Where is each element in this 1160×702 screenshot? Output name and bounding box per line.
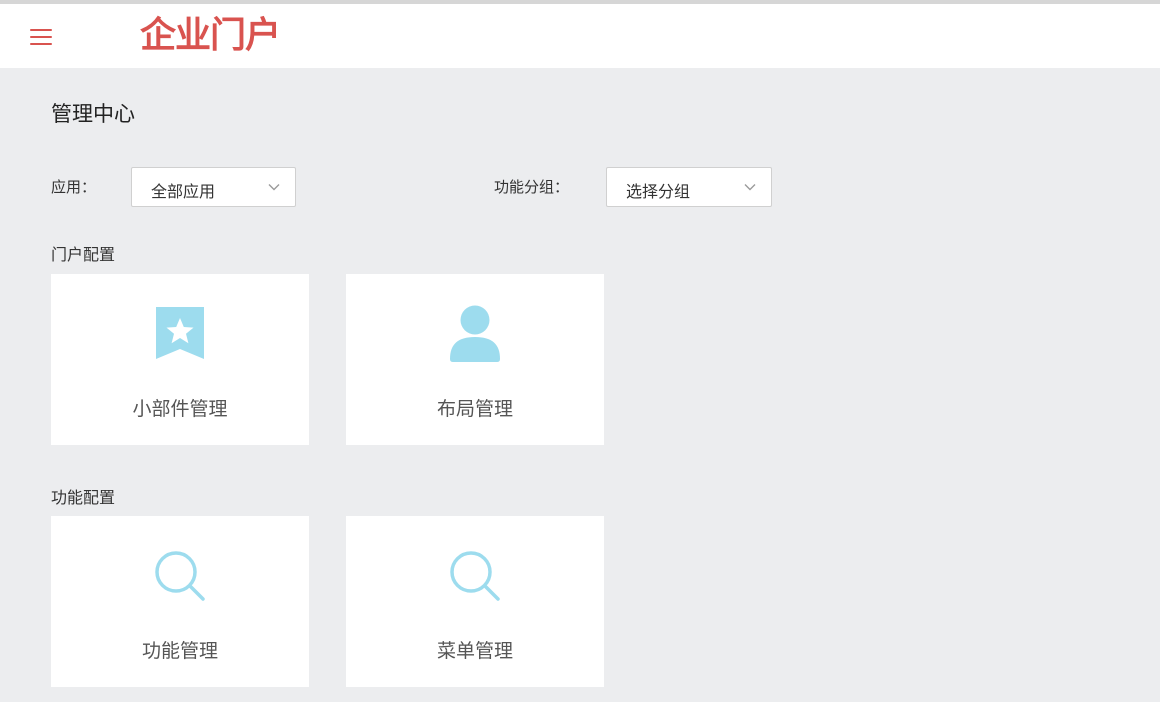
hamburger-menu-icon[interactable] xyxy=(28,25,54,49)
bookmark-star-icon xyxy=(156,307,204,359)
card-label: 功能管理 xyxy=(141,640,218,662)
card-label: 小部件管理 xyxy=(132,398,228,420)
chevron-down-icon xyxy=(744,184,756,191)
app-select[interactable]: 全部应用 xyxy=(131,167,296,207)
group-select-value: 选择分组 xyxy=(626,182,691,201)
card-function-management[interactable]: 功能管理 xyxy=(51,516,309,687)
card-widget-management[interactable]: 小部件管理 xyxy=(51,274,309,445)
section-label-portal: 门户配置 xyxy=(51,245,116,264)
card-layout-management[interactable]: 布局管理 xyxy=(346,274,604,445)
group-filter-label: 功能分组： xyxy=(494,178,570,196)
search-icon xyxy=(155,551,205,601)
user-icon xyxy=(450,305,500,362)
search-icon xyxy=(450,551,500,601)
app-select-value: 全部应用 xyxy=(151,182,216,201)
card-label: 布局管理 xyxy=(436,398,513,420)
chevron-down-icon xyxy=(268,184,280,191)
app-filter-label: 应用： xyxy=(51,178,97,196)
page-title: 管理中心 xyxy=(51,102,135,126)
app-header: 企业门户 xyxy=(0,4,1160,68)
card-label: 菜单管理 xyxy=(436,640,513,662)
group-select[interactable]: 选择分组 xyxy=(606,167,772,207)
card-menu-management[interactable]: 菜单管理 xyxy=(346,516,604,687)
app-logo: 企业门户 xyxy=(140,15,281,56)
section-label-function: 功能配置 xyxy=(51,488,116,507)
